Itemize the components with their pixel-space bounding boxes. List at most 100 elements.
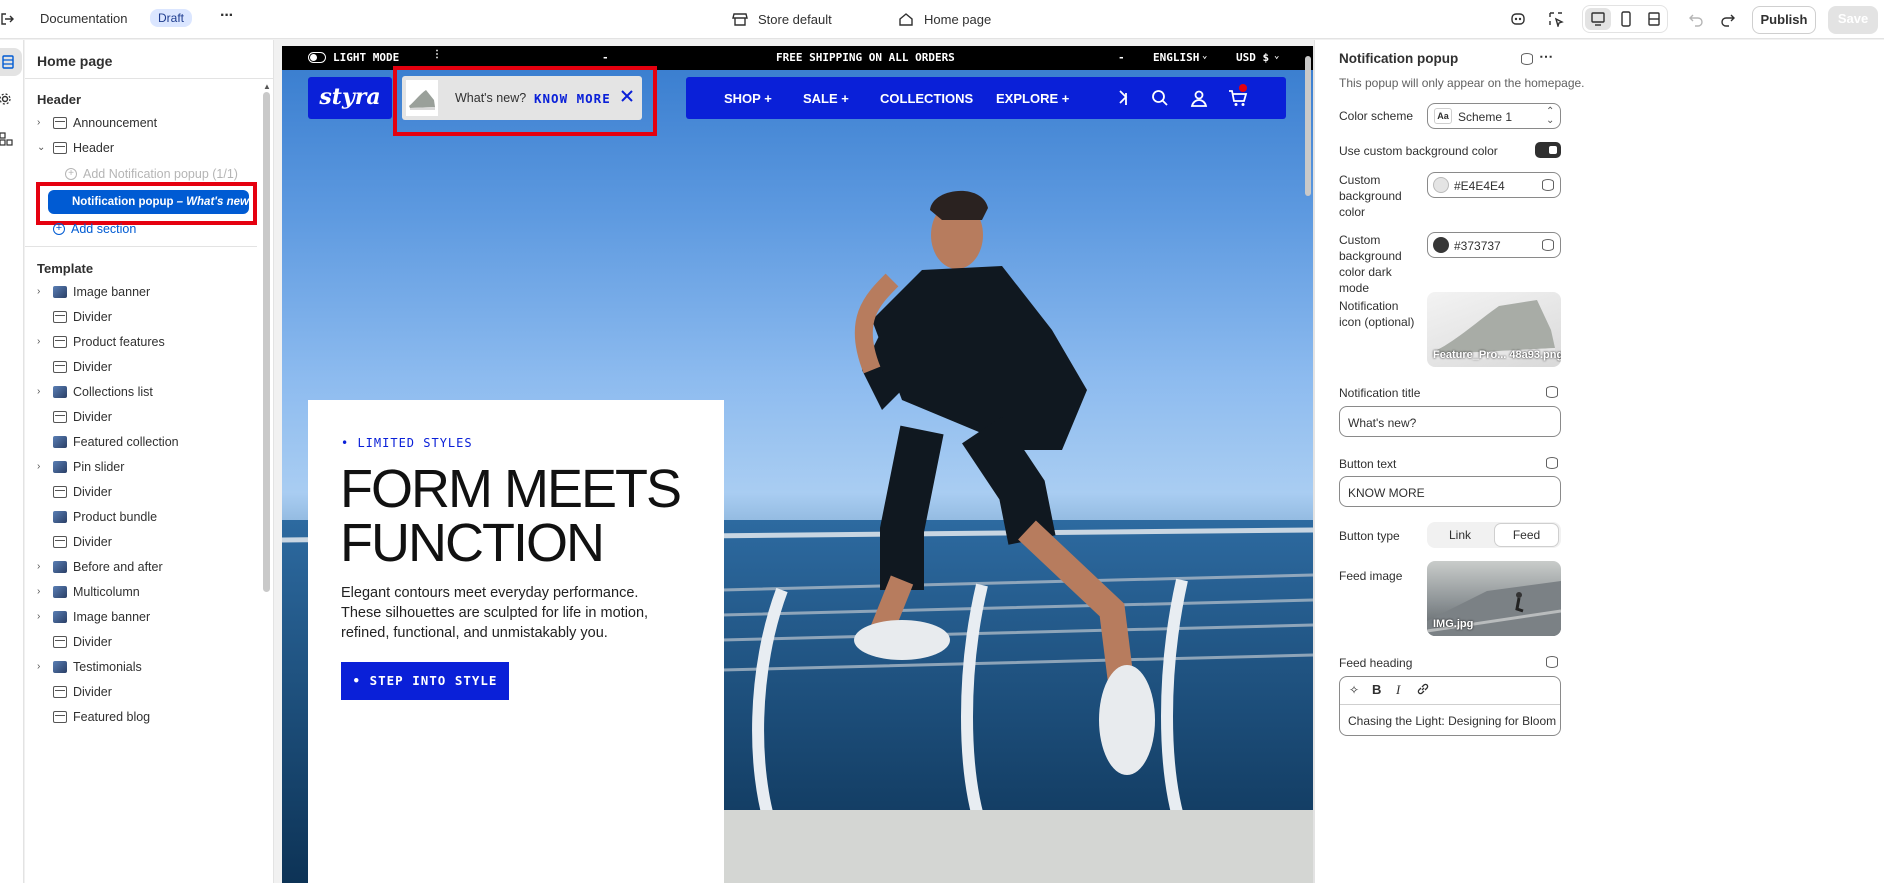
more-actions-button[interactable]: ··· bbox=[220, 7, 234, 25]
inspector-icon[interactable] bbox=[1548, 11, 1564, 27]
hero-cta-button[interactable]: • STEP INTO STYLE bbox=[341, 662, 509, 700]
divider bbox=[25, 78, 274, 79]
chevron-right-icon[interactable]: › bbox=[37, 586, 49, 597]
store-selector[interactable]: Store default bbox=[758, 12, 832, 27]
redo-icon[interactable] bbox=[1720, 11, 1736, 27]
preview-scrollbar[interactable] bbox=[1305, 56, 1311, 196]
template-section-item[interactable]: Divider bbox=[25, 529, 257, 554]
template-section-item[interactable]: Divider bbox=[25, 304, 257, 329]
chevron-right-icon[interactable]: › bbox=[37, 661, 49, 672]
template-section-item[interactable]: › Testimonials bbox=[25, 654, 257, 679]
nav-explore[interactable]: EXPLORE + bbox=[996, 91, 1069, 106]
notification-title-input[interactable]: What's new? bbox=[1339, 406, 1561, 437]
section-icon bbox=[53, 335, 67, 348]
nav-sale[interactable]: SALE + bbox=[803, 91, 849, 106]
store-logo[interactable]: styra bbox=[308, 77, 392, 119]
save-button[interactable]: Save bbox=[1828, 6, 1878, 34]
custom-bg-color-input[interactable]: #E4E4E4 bbox=[1427, 172, 1561, 198]
feed-heading-value[interactable]: Chasing the Light: Designing for Bloom bbox=[1348, 714, 1556, 728]
chevron-down-icon[interactable]: ⌄ bbox=[37, 142, 49, 153]
template-section-item[interactable]: › Before and after bbox=[25, 554, 257, 579]
template-section-item[interactable]: › Image banner bbox=[25, 279, 257, 304]
publish-button[interactable]: Publish bbox=[1752, 6, 1816, 34]
scroll-up-arrow[interactable]: ▲ bbox=[263, 82, 271, 91]
cart-icon[interactable] bbox=[1228, 89, 1248, 107]
link-icon[interactable] bbox=[1416, 682, 1430, 696]
notification-icon-picker[interactable]: Feature_Pro... 48a93.png bbox=[1427, 292, 1561, 367]
italic-icon[interactable]: I bbox=[1396, 682, 1400, 698]
chevron-right-icon[interactable]: › bbox=[37, 117, 49, 128]
custom-bg-dark-input[interactable]: #373737 bbox=[1427, 232, 1561, 258]
dynamic-source-icon[interactable] bbox=[1542, 239, 1554, 251]
template-section-item[interactable]: Divider bbox=[25, 629, 257, 654]
color-swatch[interactable] bbox=[1433, 177, 1449, 193]
template-section-item[interactable]: › Multicolumn bbox=[25, 579, 257, 604]
fullscreen-view-button[interactable] bbox=[1641, 8, 1667, 30]
feed-image-picker[interactable]: IMG.jpg bbox=[1427, 561, 1561, 636]
add-section-button[interactable]: + Add section bbox=[25, 216, 257, 241]
light-mode-label[interactable]: LIGHT MODE bbox=[333, 51, 399, 64]
dynamic-source-icon[interactable] bbox=[1546, 656, 1558, 668]
section-header[interactable]: ⌄ Header bbox=[25, 135, 257, 160]
template-section-item[interactable]: Divider bbox=[25, 354, 257, 379]
account-icon[interactable] bbox=[1190, 89, 1208, 107]
nav-collections[interactable]: COLLECTIONS bbox=[880, 91, 973, 106]
ai-sparkle-icon[interactable]: ✧ bbox=[1349, 683, 1359, 697]
button-text-input[interactable]: KNOW MORE bbox=[1339, 476, 1561, 507]
template-section-item[interactable]: › Pin slider bbox=[25, 454, 257, 479]
next-announcement-icon[interactable]: - bbox=[1118, 51, 1125, 64]
more-options-icon[interactable]: ⋯ bbox=[1539, 48, 1553, 65]
compare-icon[interactable] bbox=[1116, 89, 1132, 107]
template-section-item[interactable]: Divider bbox=[25, 679, 257, 704]
chevron-right-icon[interactable]: › bbox=[37, 336, 49, 347]
dynamic-source-icon[interactable] bbox=[1546, 386, 1558, 398]
section-label: Divider bbox=[73, 684, 112, 699]
template-section-item[interactable]: Product bundle bbox=[25, 504, 257, 529]
viewport-switcher bbox=[1582, 5, 1668, 33]
nav-shop[interactable]: SHOP + bbox=[724, 91, 772, 106]
undo-icon[interactable] bbox=[1688, 11, 1704, 27]
mobile-view-button[interactable] bbox=[1613, 8, 1639, 30]
template-section-item[interactable]: Featured collection bbox=[25, 429, 257, 454]
page-selector[interactable]: Home page bbox=[924, 12, 991, 27]
button-type-link[interactable]: Link bbox=[1427, 522, 1493, 548]
template-section-item[interactable]: Divider bbox=[25, 404, 257, 429]
exit-icon[interactable] bbox=[0, 12, 14, 26]
chevron-right-icon[interactable]: › bbox=[37, 286, 49, 297]
prev-announcement-icon[interactable]: - bbox=[602, 51, 609, 64]
button-type-feed[interactable]: Feed bbox=[1494, 523, 1559, 547]
dynamic-source-icon[interactable] bbox=[1542, 179, 1554, 191]
currency-selector[interactable]: USD $ bbox=[1236, 51, 1269, 64]
language-selector[interactable]: ENGLISH bbox=[1153, 51, 1199, 64]
hero-heading: FORM MEETS FUNCTION bbox=[340, 462, 682, 570]
bold-icon[interactable]: B bbox=[1372, 682, 1381, 697]
template-section-item[interactable]: › Product features bbox=[25, 329, 257, 354]
chevron-right-icon[interactable]: › bbox=[37, 461, 49, 472]
ai-sidekick-icon[interactable] bbox=[1510, 11, 1526, 27]
chevron-right-icon[interactable]: › bbox=[37, 611, 49, 622]
custom-bg-toggle[interactable] bbox=[1535, 142, 1561, 158]
section-icon bbox=[53, 360, 67, 373]
color-scheme-select[interactable]: Aa Scheme 1 ⌃ ⌄ bbox=[1427, 103, 1561, 129]
template-section-item[interactable]: Divider bbox=[25, 479, 257, 504]
chevron-right-icon[interactable]: › bbox=[37, 386, 49, 397]
sections-tab[interactable] bbox=[0, 48, 22, 76]
search-icon[interactable] bbox=[1151, 89, 1169, 107]
section-icon bbox=[53, 310, 67, 323]
header-group-title: Header bbox=[37, 92, 82, 107]
light-mode-toggle[interactable] bbox=[308, 52, 326, 63]
scrollbar[interactable] bbox=[263, 92, 270, 592]
dynamic-source-icon[interactable] bbox=[1521, 53, 1533, 65]
apps-icon[interactable] bbox=[0, 132, 14, 146]
template-section-item[interactable]: › Collections list bbox=[25, 379, 257, 404]
desktop-view-button[interactable] bbox=[1585, 8, 1611, 30]
settings-gear-icon[interactable] bbox=[0, 92, 14, 106]
dynamic-source-icon[interactable] bbox=[1546, 457, 1558, 469]
section-announcement[interactable]: › Announcement bbox=[25, 110, 257, 135]
color-swatch[interactable] bbox=[1433, 237, 1449, 253]
section-icon bbox=[53, 116, 67, 129]
template-section-item[interactable]: › Image banner bbox=[25, 604, 257, 629]
chevron-right-icon[interactable]: › bbox=[37, 561, 49, 572]
template-section-item[interactable]: Featured blog bbox=[25, 704, 257, 729]
documentation-title[interactable]: Documentation bbox=[40, 11, 127, 26]
